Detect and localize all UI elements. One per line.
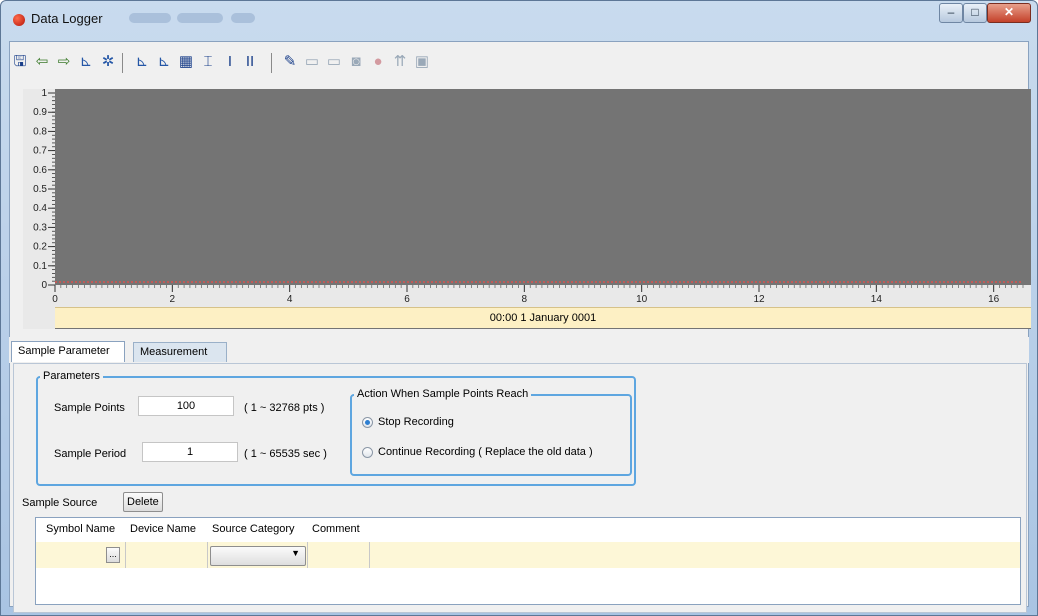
y-tick-label: 0.9 — [33, 107, 47, 118]
clear-icon[interactable]: ▣ — [413, 53, 431, 71]
chevron-down-icon: ▼ — [291, 548, 300, 558]
x-tick-label: 16 — [988, 294, 1000, 305]
toolbar-separator — [122, 53, 123, 73]
chart-line-icon[interactable]: ⊾ — [133, 53, 151, 71]
y-tick-label: 0.2 — [33, 242, 47, 253]
y-tick-label: 1 — [41, 89, 47, 99]
save-icon[interactable]: 🖫 — [11, 53, 29, 71]
y-tick-label: 0.4 — [33, 203, 47, 214]
chart-add-icon[interactable]: ⊾ — [77, 53, 95, 71]
col-device-name[interactable]: Device Name — [126, 518, 208, 540]
x-tick-label: 10 — [636, 294, 648, 305]
settings-gear-icon[interactable]: ✲ — [99, 53, 117, 71]
col-comment[interactable]: Comment — [308, 518, 378, 540]
x-tick-label: 0 — [52, 294, 58, 305]
menu-blur-3 — [231, 13, 255, 23]
stop-recording-radio[interactable] — [362, 417, 373, 428]
date-label: 00:00 1 January 0001 — [55, 307, 1031, 328]
sample-points-label: Sample Points — [54, 402, 125, 414]
continue-recording-radio[interactable] — [362, 447, 373, 458]
window-title: Data Logger — [31, 11, 103, 26]
cell-symbol-name[interactable]: ... — [36, 542, 126, 568]
y-tick-label: 0.8 — [33, 126, 47, 137]
x-tick-label: 6 — [404, 294, 410, 305]
col-source-category[interactable]: Source Category — [208, 518, 308, 540]
tab-sample-parameter[interactable]: Sample Parameter — [11, 341, 125, 362]
y-tick-label: 0.7 — [33, 146, 47, 157]
menu-blur-2 — [177, 13, 223, 23]
y-tick-label: 0 — [41, 280, 47, 291]
monitor-data-icon[interactable]: ▭ — [325, 53, 343, 71]
sample-points-input[interactable]: 100 — [138, 396, 234, 416]
cursor-1-icon[interactable]: I — [221, 53, 239, 71]
toolbar-separator — [271, 53, 272, 73]
x-tick-label: 2 — [170, 294, 176, 305]
x-axis-strip — [55, 285, 1031, 307]
app-record-icon — [13, 14, 25, 26]
tab-measurement[interactable]: Measurement — [133, 342, 227, 362]
cursor-2-icon[interactable]: II — [241, 53, 259, 71]
sample-period-range: ( 1 ~ 65535 sec ) — [244, 448, 327, 460]
close-button[interactable]: ✕ — [987, 3, 1031, 23]
sample-period-input[interactable]: 1 — [142, 442, 238, 462]
upload-icon[interactable]: ⇈ — [391, 53, 409, 71]
export-icon[interactable]: ⇨ — [55, 53, 73, 71]
grid-header: Symbol Name Device Name Source Category … — [36, 518, 1020, 540]
chart-trend-icon[interactable]: ⊾ — [155, 53, 173, 71]
x-tick-label: 8 — [522, 294, 528, 305]
y-tick-label: 0.1 — [33, 261, 47, 272]
sample-source-label: Sample Source — [22, 497, 98, 509]
continue-recording-label[interactable]: Continue Recording ( Replace the old dat… — [378, 446, 593, 458]
delete-button[interactable]: Delete — [123, 492, 163, 512]
parameters-group-title: Parameters — [40, 370, 103, 382]
stop-recording-label[interactable]: Stop Recording — [378, 416, 454, 428]
col-symbol-name[interactable]: Symbol Name — [42, 518, 126, 540]
record-stop-icon[interactable]: ◙ — [347, 53, 365, 71]
pen-icon[interactable]: ✎ — [281, 53, 299, 71]
menu-blur-1 — [129, 13, 171, 23]
data-logger-window: Data Logger – □ ✕ 🖫 ⇦ ⇨ ⊾ ✲ ⊾ ⊾ ▦ ⌶ I II ✎ ▭ ▭ ◙ ● ⇈ ▣ 10… — [0, 0, 1038, 616]
import-icon[interactable]: ⇦ — [33, 53, 51, 71]
title-bar[interactable]: Data Logger – □ ✕ — [1, 1, 1037, 41]
maximize-button[interactable]: □ — [963, 3, 987, 23]
chart-area[interactable]: 1 0.9 0.8 0.7 0.6 0.5 0.4 0.3 0.2 0.1 0 0 2 4 6 8 10 12 14… — [23, 88, 1031, 329]
x-tick-label: 12 — [753, 294, 765, 305]
chart-svg: 1 0.9 0.8 0.7 0.6 0.5 0.4 0.3 0.2 0.1 00 2 4 6 8 10 12 14… — [23, 88, 1031, 329]
parameters-group: Parameters Sample Points 100 ( 1 ~ 32768… — [36, 370, 636, 486]
action-group: Action When Sample Points Reach Stop Rec… — [350, 388, 632, 476]
fit-horizontal-icon[interactable]: ⌶ — [199, 53, 217, 71]
table-row[interactable]: ... ▼ — [36, 542, 1020, 568]
cell-comment[interactable] — [308, 542, 370, 568]
x-tick-label: 4 — [287, 294, 293, 305]
plot-area — [55, 93, 1023, 285]
sample-source-grid: Symbol Name Device Name Source Category … — [35, 517, 1021, 605]
action-group-title: Action When Sample Points Reach — [354, 388, 532, 400]
record-icon[interactable]: ● — [369, 53, 387, 71]
source-category-combo[interactable]: ▼ — [210, 546, 306, 566]
cell-device-name[interactable] — [126, 542, 208, 568]
y-tick-label: 0.6 — [33, 165, 47, 176]
sample-period-label: Sample Period — [54, 448, 127, 460]
y-tick-label: 0.3 — [33, 222, 47, 233]
x-tick-label: 14 — [871, 294, 883, 305]
minimize-button[interactable]: – — [939, 3, 963, 23]
sample-points-range: ( 1 ~ 32768 pts ) — [244, 402, 325, 414]
table-grid-icon[interactable]: ▦ — [177, 53, 195, 71]
browse-symbol-button[interactable]: ... — [106, 547, 120, 563]
monitor-icon[interactable]: ▭ — [303, 53, 321, 71]
tab-strip: Sample Parameter Measurement — [9, 337, 1029, 363]
y-tick-label: 0.5 — [33, 184, 47, 195]
